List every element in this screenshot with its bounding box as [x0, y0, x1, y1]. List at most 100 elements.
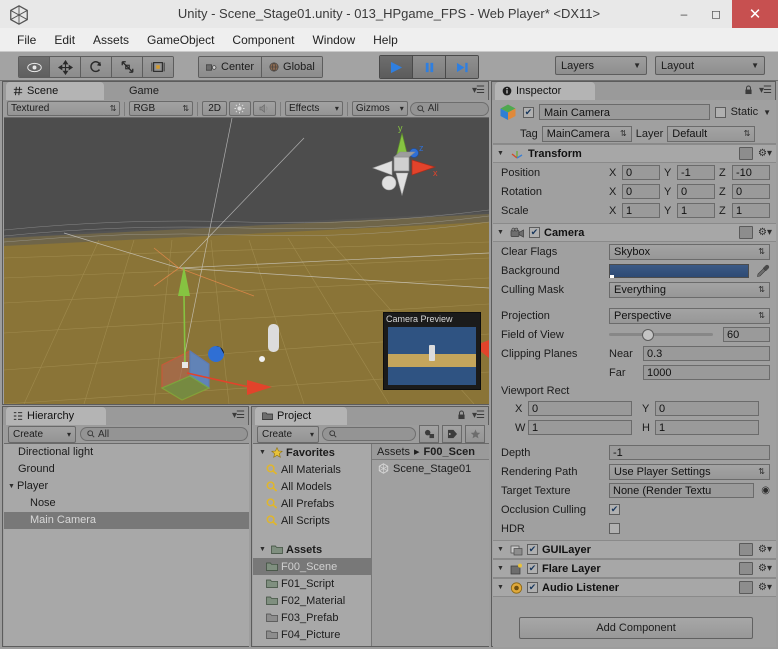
- viewport-y-field[interactable]: 0: [655, 401, 759, 416]
- rotation-z-field[interactable]: 0: [732, 184, 770, 199]
- hand-tool-button[interactable]: [19, 57, 50, 77]
- foldout-triangle-icon[interactable]: ▼: [497, 229, 506, 236]
- transform-component-header[interactable]: ▼ Transform ⚙▾: [493, 144, 776, 163]
- filter-by-label-button[interactable]: [442, 425, 462, 443]
- hierarchy-item-main-camera[interactable]: Main Camera: [4, 512, 249, 529]
- static-checkbox[interactable]: [714, 106, 726, 118]
- position-x-field[interactable]: 0: [622, 165, 660, 180]
- project-tree-f04-picture[interactable]: F04_Picture: [253, 626, 371, 643]
- layers-dropdown[interactable]: Layers ▼: [555, 56, 647, 75]
- rotation-x-field[interactable]: 0: [622, 184, 660, 199]
- project-tree-f01-script[interactable]: F01_Script: [253, 575, 371, 592]
- position-z-field[interactable]: -10: [732, 165, 770, 180]
- tab-hierarchy[interactable]: Hierarchy: [6, 407, 106, 425]
- project-tree-assets[interactable]: ▼ Assets: [253, 541, 371, 558]
- lock-icon[interactable]: [457, 410, 466, 420]
- project-tree-f00-scene[interactable]: F00_Scene: [253, 558, 371, 575]
- clear-flags-dropdown[interactable]: Skybox ⇅: [609, 243, 770, 260]
- menu-edit[interactable]: Edit: [45, 30, 84, 50]
- hierarchy-create-button[interactable]: Create ▾: [8, 425, 76, 443]
- tag-dropdown[interactable]: MainCamera ⇅: [541, 125, 632, 142]
- object-name-field[interactable]: Main Camera: [539, 104, 710, 120]
- toggle-lighting-button[interactable]: [229, 101, 251, 116]
- maximize-button[interactable]: ◻: [700, 0, 732, 28]
- gear-icon[interactable]: ⚙▾: [758, 563, 772, 574]
- camera-component-header[interactable]: ▼ Camera ⚙▾: [493, 223, 776, 242]
- layer-dropdown[interactable]: Default ⇅: [667, 125, 756, 142]
- play-button[interactable]: [380, 56, 413, 78]
- culling-mask-dropdown[interactable]: Everything ⇅: [609, 281, 770, 298]
- foldout-triangle-icon[interactable]: ▼: [259, 546, 268, 553]
- hierarchy-list[interactable]: Directional light Ground ▼ Player Nose M…: [4, 444, 249, 646]
- scale-z-field[interactable]: 1: [732, 203, 770, 218]
- viewport-x-field[interactable]: 0: [528, 401, 632, 416]
- minimize-button[interactable]: –: [668, 0, 700, 28]
- fov-slider[interactable]: [609, 329, 713, 341]
- lock-icon[interactable]: [744, 85, 753, 95]
- pivot-mode-button[interactable]: Center: [199, 57, 263, 77]
- project-tree-f02-material[interactable]: F02_Material: [253, 592, 371, 609]
- foldout-triangle-icon[interactable]: ▼: [8, 478, 17, 495]
- project-contents[interactable]: Assets ▸ F00_Scen Scene_Stage01: [371, 444, 602, 646]
- static-dropdown-icon[interactable]: ▼: [763, 108, 771, 117]
- inspector-panel-menu-icon[interactable]: ▾☰: [759, 85, 772, 96]
- add-component-button[interactable]: Add Component: [519, 617, 753, 639]
- step-button[interactable]: [446, 56, 478, 78]
- camera-enabled-checkbox[interactable]: [529, 227, 540, 238]
- audiolistener-component-header[interactable]: ▼ Audio Listener ⚙▾: [493, 578, 776, 597]
- help-book-icon[interactable]: [739, 562, 754, 575]
- layout-dropdown[interactable]: Layout ▼: [655, 56, 765, 75]
- project-tree[interactable]: ▼ Favorites All Materials All Models All…: [253, 444, 371, 646]
- project-tree-f05-sound[interactable]: F05_Sound: [253, 643, 371, 647]
- object-picker-icon[interactable]: ◉: [761, 485, 770, 496]
- menu-assets[interactable]: Assets: [84, 30, 138, 50]
- hierarchy-item-nose[interactable]: Nose: [4, 495, 249, 512]
- occlusion-culling-checkbox[interactable]: [609, 504, 620, 515]
- hierarchy-item-player[interactable]: ▼ Player: [4, 478, 249, 495]
- pivot-rotation-button[interactable]: Global: [262, 57, 322, 77]
- foldout-triangle-icon[interactable]: ▼: [497, 565, 506, 572]
- target-texture-field[interactable]: None (Render Textu: [609, 483, 755, 498]
- rotation-y-field[interactable]: 0: [677, 184, 715, 199]
- gear-icon[interactable]: ⚙▾: [758, 582, 772, 593]
- rotate-tool-button[interactable]: [81, 57, 112, 77]
- fov-value-field[interactable]: 60: [723, 327, 770, 342]
- gear-icon[interactable]: ⚙▾: [758, 227, 772, 238]
- move-tool-button[interactable]: [50, 57, 81, 77]
- asset-item-scene-stage01[interactable]: Scene_Stage01: [372, 460, 489, 477]
- foldout-triangle-icon[interactable]: ▼: [497, 150, 506, 157]
- project-panel-menu-icon[interactable]: ▾☰: [472, 410, 485, 421]
- near-field[interactable]: 0.3: [643, 346, 770, 361]
- background-color-swatch[interactable]: [609, 263, 749, 278]
- tab-inspector[interactable]: Inspector: [495, 82, 595, 100]
- color-mode-dropdown[interactable]: RGB ⇅: [129, 101, 194, 116]
- viewport-w-field[interactable]: 1: [528, 420, 632, 435]
- scale-x-field[interactable]: 1: [622, 203, 660, 218]
- draw-mode-dropdown[interactable]: Textured ⇅: [7, 101, 121, 116]
- foldout-triangle-icon[interactable]: ▼: [497, 546, 506, 553]
- guilayer-enabled-checkbox[interactable]: [527, 544, 538, 555]
- projection-dropdown[interactable]: Perspective ⇅: [609, 307, 770, 324]
- pause-button[interactable]: [413, 56, 446, 78]
- help-book-icon[interactable]: [739, 543, 754, 556]
- project-create-button[interactable]: Create ▾: [257, 425, 319, 443]
- flarelayer-enabled-checkbox[interactable]: [527, 563, 538, 574]
- menu-file[interactable]: File: [8, 30, 45, 50]
- guilayer-component-header[interactable]: ▼ GUILayer ⚙▾: [493, 540, 776, 559]
- fov-slider-knob[interactable]: [642, 329, 655, 341]
- hdr-checkbox[interactable]: [609, 523, 620, 534]
- scene-panel-menu-icon[interactable]: ▾☰: [472, 85, 485, 96]
- menu-component[interactable]: Component: [223, 30, 303, 50]
- foldout-triangle-icon[interactable]: ▼: [259, 449, 268, 456]
- menu-help[interactable]: Help: [364, 30, 407, 50]
- hierarchy-item-ground[interactable]: Ground: [4, 461, 249, 478]
- project-tree-all-scripts[interactable]: All Scripts: [253, 512, 371, 529]
- flarelayer-component-header[interactable]: ▼ Flare Layer ⚙▾: [493, 559, 776, 578]
- position-y-field[interactable]: -1: [677, 165, 715, 180]
- project-tree-f03-prefab[interactable]: F03_Prefab: [253, 609, 371, 626]
- gear-icon[interactable]: ⚙▾: [758, 148, 772, 159]
- object-enabled-checkbox[interactable]: [523, 106, 534, 118]
- hierarchy-panel-menu-icon[interactable]: ▾☰: [232, 410, 245, 421]
- project-tree-all-materials[interactable]: All Materials: [253, 461, 371, 478]
- tab-scene[interactable]: Scene: [6, 82, 104, 100]
